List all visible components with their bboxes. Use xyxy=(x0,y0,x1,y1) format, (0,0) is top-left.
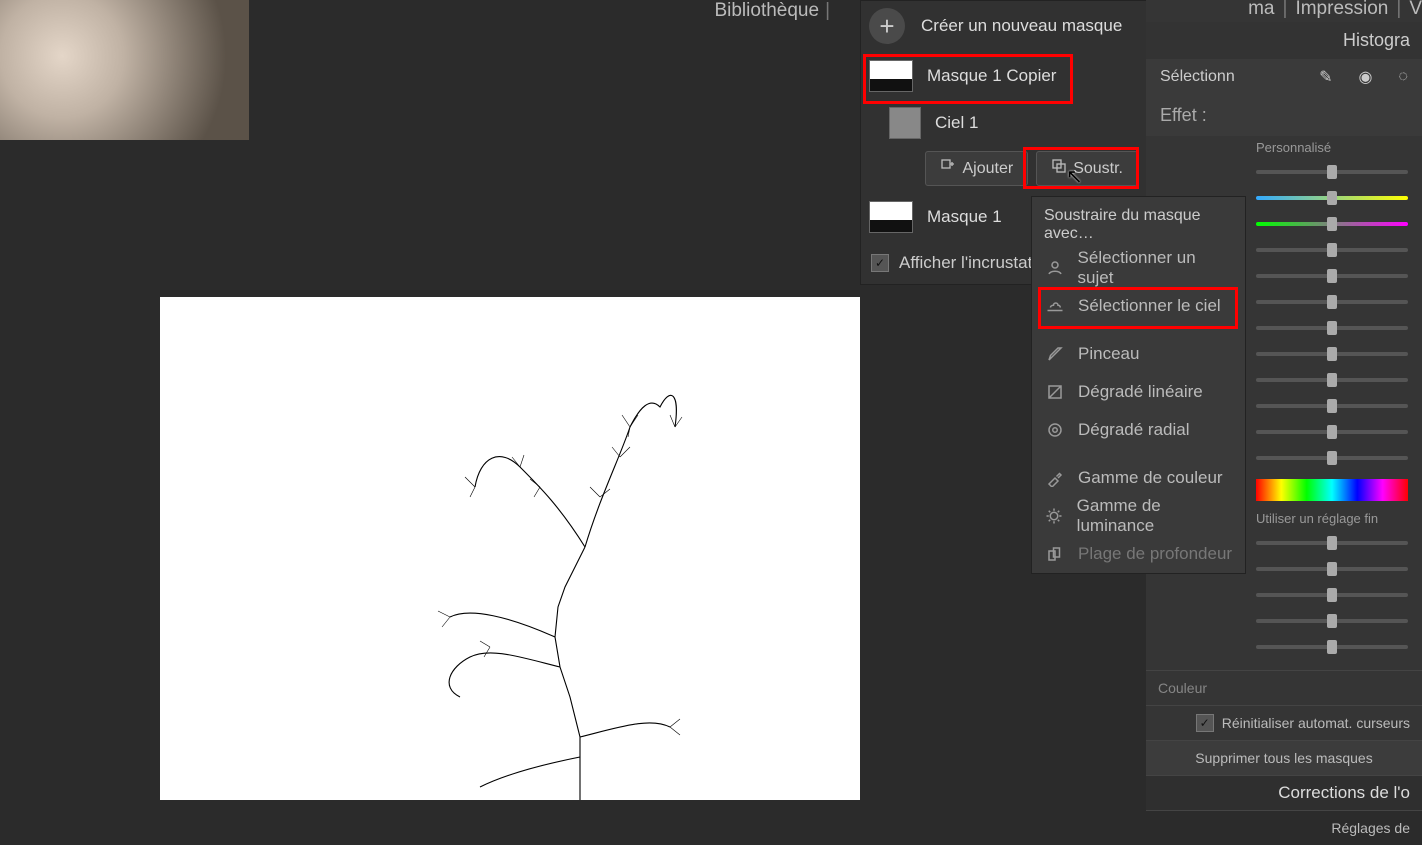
slider-15[interactable] xyxy=(1146,582,1422,608)
tab-rama[interactable]: ma xyxy=(1248,0,1274,20)
corrections-label: Corrections de l'o xyxy=(1278,783,1410,803)
dropdown-header: Soustraire du masque avec… xyxy=(1032,197,1245,249)
mask-thumb-icon xyxy=(869,60,913,92)
depth-range-label: Plage de profondeur xyxy=(1078,544,1232,564)
brush-item[interactable]: Pinceau xyxy=(1032,335,1245,373)
luminance-icon xyxy=(1044,505,1065,527)
linear-gradient-icon xyxy=(1044,381,1066,403)
color-range-label: Gamme de couleur xyxy=(1078,468,1223,488)
brush-label: Pinceau xyxy=(1078,344,1139,364)
slider-16[interactable] xyxy=(1146,608,1422,634)
tab-separator: | xyxy=(825,0,830,22)
add-label: Ajouter xyxy=(962,160,1013,178)
linear-gradient-label: Dégradé linéaire xyxy=(1078,382,1203,402)
corrections-header[interactable]: Corrections de l'o xyxy=(1146,775,1422,810)
radial-gradient-icon xyxy=(1044,419,1066,441)
depth-range-item[interactable]: Plage de profondeur xyxy=(1032,535,1245,573)
overlay-label: Afficher l'incrustati xyxy=(899,253,1036,273)
tab-v[interactable]: V xyxy=(1409,0,1422,20)
radial-gradient-item[interactable]: Dégradé radial xyxy=(1032,411,1245,449)
checkbox-icon[interactable]: ✓ xyxy=(1196,714,1214,732)
histogram-header[interactable]: Histogra xyxy=(1146,22,1422,59)
radial-tool-icon[interactable]: ◌ xyxy=(1398,68,1408,86)
luminance-range-label: Gamme de luminance xyxy=(1077,496,1233,536)
depth-icon xyxy=(1044,543,1066,565)
sky-icon xyxy=(1044,295,1066,317)
webcam-overlay xyxy=(0,0,249,140)
add-icon xyxy=(940,158,956,179)
hue-strip[interactable] xyxy=(1256,479,1408,501)
eyedropper-tool-icon[interactable]: ✎ xyxy=(1319,67,1332,87)
subject-icon xyxy=(1044,257,1066,279)
reset-auto-label: Réinitialiser automat. curseurs xyxy=(1222,715,1410,731)
select-label: Sélectionn xyxy=(1160,68,1293,86)
image-canvas[interactable] xyxy=(160,297,860,800)
create-new-mask-label: Créer un nouveau masque xyxy=(921,16,1122,36)
tab-impression[interactable]: Impression xyxy=(1295,0,1388,20)
checkbox-icon[interactable]: ✓ xyxy=(871,254,889,272)
mask-1-copy-row[interactable]: Masque 1 Copier xyxy=(861,51,1146,101)
effect-label: Effet : xyxy=(1146,95,1422,136)
delete-all-label: Supprimer tous les masques xyxy=(1195,750,1372,766)
brush-icon xyxy=(1044,343,1066,365)
color-row[interactable]: Couleur xyxy=(1146,670,1422,705)
color-range-item[interactable]: Gamme de couleur xyxy=(1032,459,1245,497)
radial-gradient-label: Dégradé radial xyxy=(1078,420,1190,440)
sky-1-row[interactable]: Ciel 1 xyxy=(861,101,1146,145)
custom-label[interactable]: Personnalisé xyxy=(1146,136,1422,159)
subtract-from-mask-button[interactable]: Soustr. xyxy=(1036,151,1138,186)
settings-label: Réglages de xyxy=(1331,820,1410,836)
tab-library[interactable]: Bibliothèque xyxy=(714,0,819,22)
eye-tool-icon: ◉ xyxy=(1359,67,1373,87)
plus-icon[interactable]: + xyxy=(869,8,905,44)
slider-17[interactable] xyxy=(1146,634,1422,660)
select-sky-item[interactable]: Sélectionner le ciel xyxy=(1032,287,1245,325)
mask-1-label: Masque 1 xyxy=(927,207,1002,227)
tool-strip: Sélectionn ✎ ◉ ◌ xyxy=(1146,59,1422,95)
subtract-icon xyxy=(1051,158,1067,179)
reset-auto-row[interactable]: ✓ Réinitialiser automat. curseurs xyxy=(1146,705,1422,740)
select-subject-label: Sélectionner un sujet xyxy=(1078,248,1233,288)
add-to-mask-button[interactable]: Ajouter xyxy=(925,151,1028,186)
settings-row[interactable]: Réglages de xyxy=(1146,810,1422,845)
linear-gradient-item[interactable]: Dégradé linéaire xyxy=(1032,373,1245,411)
mask-thumb-icon xyxy=(869,201,913,233)
sky-1-label: Ciel 1 xyxy=(935,113,978,133)
delete-all-masks-button[interactable]: Supprimer tous les masques xyxy=(1146,740,1422,775)
create-new-mask-row[interactable]: + Créer un nouveau masque xyxy=(861,1,1146,51)
cursor-icon: ↖ xyxy=(1066,164,1083,189)
slider-1[interactable] xyxy=(1146,159,1422,185)
eyedropper-icon xyxy=(1044,467,1066,489)
mask-1-copy-label: Masque 1 Copier xyxy=(927,66,1056,86)
color-label: Couleur xyxy=(1158,680,1207,696)
luminance-range-item[interactable]: Gamme de luminance xyxy=(1032,497,1245,535)
subtract-dropdown: Soustraire du masque avec… Sélectionner … xyxy=(1031,196,1246,574)
sky-thumb-icon xyxy=(889,107,921,139)
select-subject-item[interactable]: Sélectionner un sujet xyxy=(1032,249,1245,287)
select-sky-label: Sélectionner le ciel xyxy=(1078,296,1221,316)
